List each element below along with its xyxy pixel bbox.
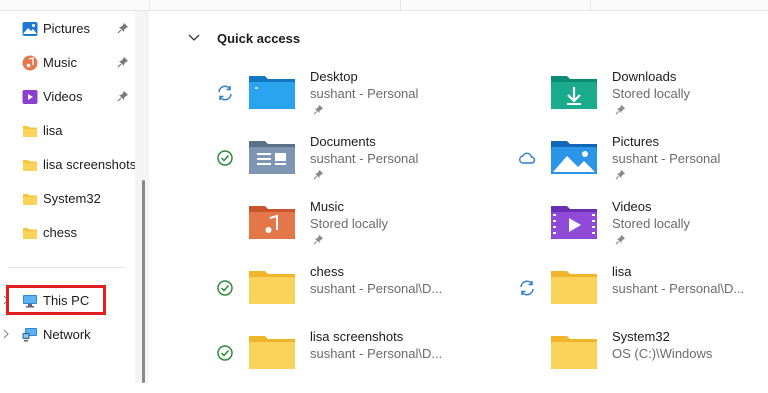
item-name: System32: [612, 329, 670, 344]
sidebar-item-pictures[interactable]: Pictures: [0, 14, 135, 44]
sidebar-item-lisa[interactable]: lisa: [0, 116, 135, 146]
item-location: sushant - Personal\D...: [310, 346, 443, 361]
chevron-down-icon[interactable]: [188, 33, 200, 43]
sidebar-item-label: lisa: [43, 123, 63, 138]
documents-folder-icon: [249, 141, 295, 174]
sidebar-item-label: Pictures: [43, 21, 90, 36]
chevron-right-icon[interactable]: [2, 328, 10, 340]
pin-icon: [313, 169, 324, 180]
quick-access-item-pictures[interactable]: Pictures sushant - Personal: [518, 134, 768, 198]
folder-icon: [551, 336, 597, 369]
item-name: lisa screenshots: [310, 329, 404, 344]
sidebar-item-label: lisa screenshots: [43, 157, 137, 172]
sync-icon: [520, 280, 534, 296]
downloads-folder-icon: [551, 76, 597, 109]
sync-icon: [218, 85, 232, 101]
videos-folder-icon: [551, 206, 597, 239]
item-location: sushant - Personal: [310, 86, 419, 101]
top-strip-divider: [400, 0, 401, 10]
item-name: Pictures: [612, 134, 659, 149]
top-strip-divider: [149, 0, 150, 10]
sidebar-item-label: Music: [43, 55, 77, 70]
top-strip-divider: [590, 0, 591, 10]
item-location: OS (C:)\Windows: [612, 346, 713, 361]
sidebar-item-music[interactable]: Music: [0, 48, 135, 78]
pin-icon[interactable]: [117, 22, 129, 34]
item-name: Downloads: [612, 69, 677, 84]
pictures-folder-icon: [551, 141, 597, 174]
item-location: sushant - Personal\D...: [310, 281, 443, 296]
quick-access-item-lisa-screenshots[interactable]: lisa screenshots sushant - Personal\D...: [216, 329, 476, 393]
item-location: sushant - Personal\D...: [612, 281, 745, 296]
item-location: Stored locally: [612, 86, 691, 101]
cloud-icon: [519, 152, 536, 164]
item-location: Stored locally: [310, 216, 389, 231]
check-icon: [217, 280, 233, 296]
pictures-icon: [22, 22, 38, 36]
item-name: lisa: [612, 264, 632, 279]
sidebar-item-label: System32: [43, 191, 101, 206]
pin-icon: [313, 234, 324, 245]
sidebar-item-videos[interactable]: Videos: [0, 82, 135, 112]
item-location: sushant - Personal: [310, 151, 419, 166]
quick-access-item-lisa[interactable]: lisa sushant - Personal\D...: [518, 264, 768, 328]
quick-access-item-system32[interactable]: System32 OS (C:)\Windows: [518, 329, 768, 393]
quick-access-item-chess[interactable]: chess sushant - Personal\D...: [216, 264, 476, 328]
pin-icon[interactable]: [117, 56, 129, 68]
desktop-folder-icon: [249, 76, 295, 109]
check-icon: [217, 150, 233, 166]
top-strip: [0, 0, 768, 11]
music-folder-icon: [249, 206, 295, 239]
pin-icon[interactable]: [117, 90, 129, 102]
item-name: Music: [310, 199, 344, 214]
pin-icon: [615, 169, 626, 180]
item-name: Videos: [612, 199, 652, 214]
sidebar-item-system32[interactable]: System32: [0, 184, 135, 214]
folder-icon: [249, 271, 295, 304]
item-location: Stored locally: [612, 216, 691, 231]
network-icon: [22, 328, 37, 342]
sidebar-divider: [8, 267, 125, 268]
quick-access-item-music[interactable]: Music Stored locally: [216, 199, 476, 263]
folder-icon: [23, 126, 37, 137]
item-location: sushant - Personal: [612, 151, 721, 166]
folder-icon: [249, 336, 295, 369]
highlight-annotation: [6, 285, 106, 315]
pin-icon: [313, 104, 324, 115]
pin-icon: [615, 234, 626, 245]
sidebar-scrollbar-thumb[interactable]: [142, 180, 145, 383]
item-name: chess: [310, 264, 344, 279]
quick-access-item-documents[interactable]: Documents sushant - Personal: [216, 134, 476, 198]
item-name: Desktop: [310, 69, 358, 84]
sidebar-item-label: chess: [43, 225, 77, 240]
check-icon: [217, 345, 233, 361]
sidebar-item-chess[interactable]: chess: [0, 218, 135, 248]
quick-access-item-desktop[interactable]: Desktop sushant - Personal: [216, 69, 476, 133]
sidebar-item-label: Videos: [43, 89, 83, 104]
quick-access-header[interactable]: Quick access: [217, 31, 300, 46]
sidebar-item-lisa-screenshots[interactable]: lisa screenshots: [0, 150, 137, 180]
quick-access-item-videos[interactable]: Videos Stored locally: [518, 199, 768, 263]
item-name: Documents: [310, 134, 376, 149]
sidebar-item-network[interactable]: Network: [0, 320, 135, 350]
pin-icon: [615, 104, 626, 115]
folder-icon: [551, 271, 597, 304]
sidebar-item-label: Network: [43, 327, 91, 342]
videos-icon: [22, 90, 38, 104]
folder-icon: [23, 160, 37, 171]
folder-icon: [23, 228, 37, 239]
folder-icon: [23, 194, 37, 205]
music-icon: [22, 55, 38, 71]
quick-access-item-downloads[interactable]: Downloads Stored locally: [518, 69, 768, 133]
